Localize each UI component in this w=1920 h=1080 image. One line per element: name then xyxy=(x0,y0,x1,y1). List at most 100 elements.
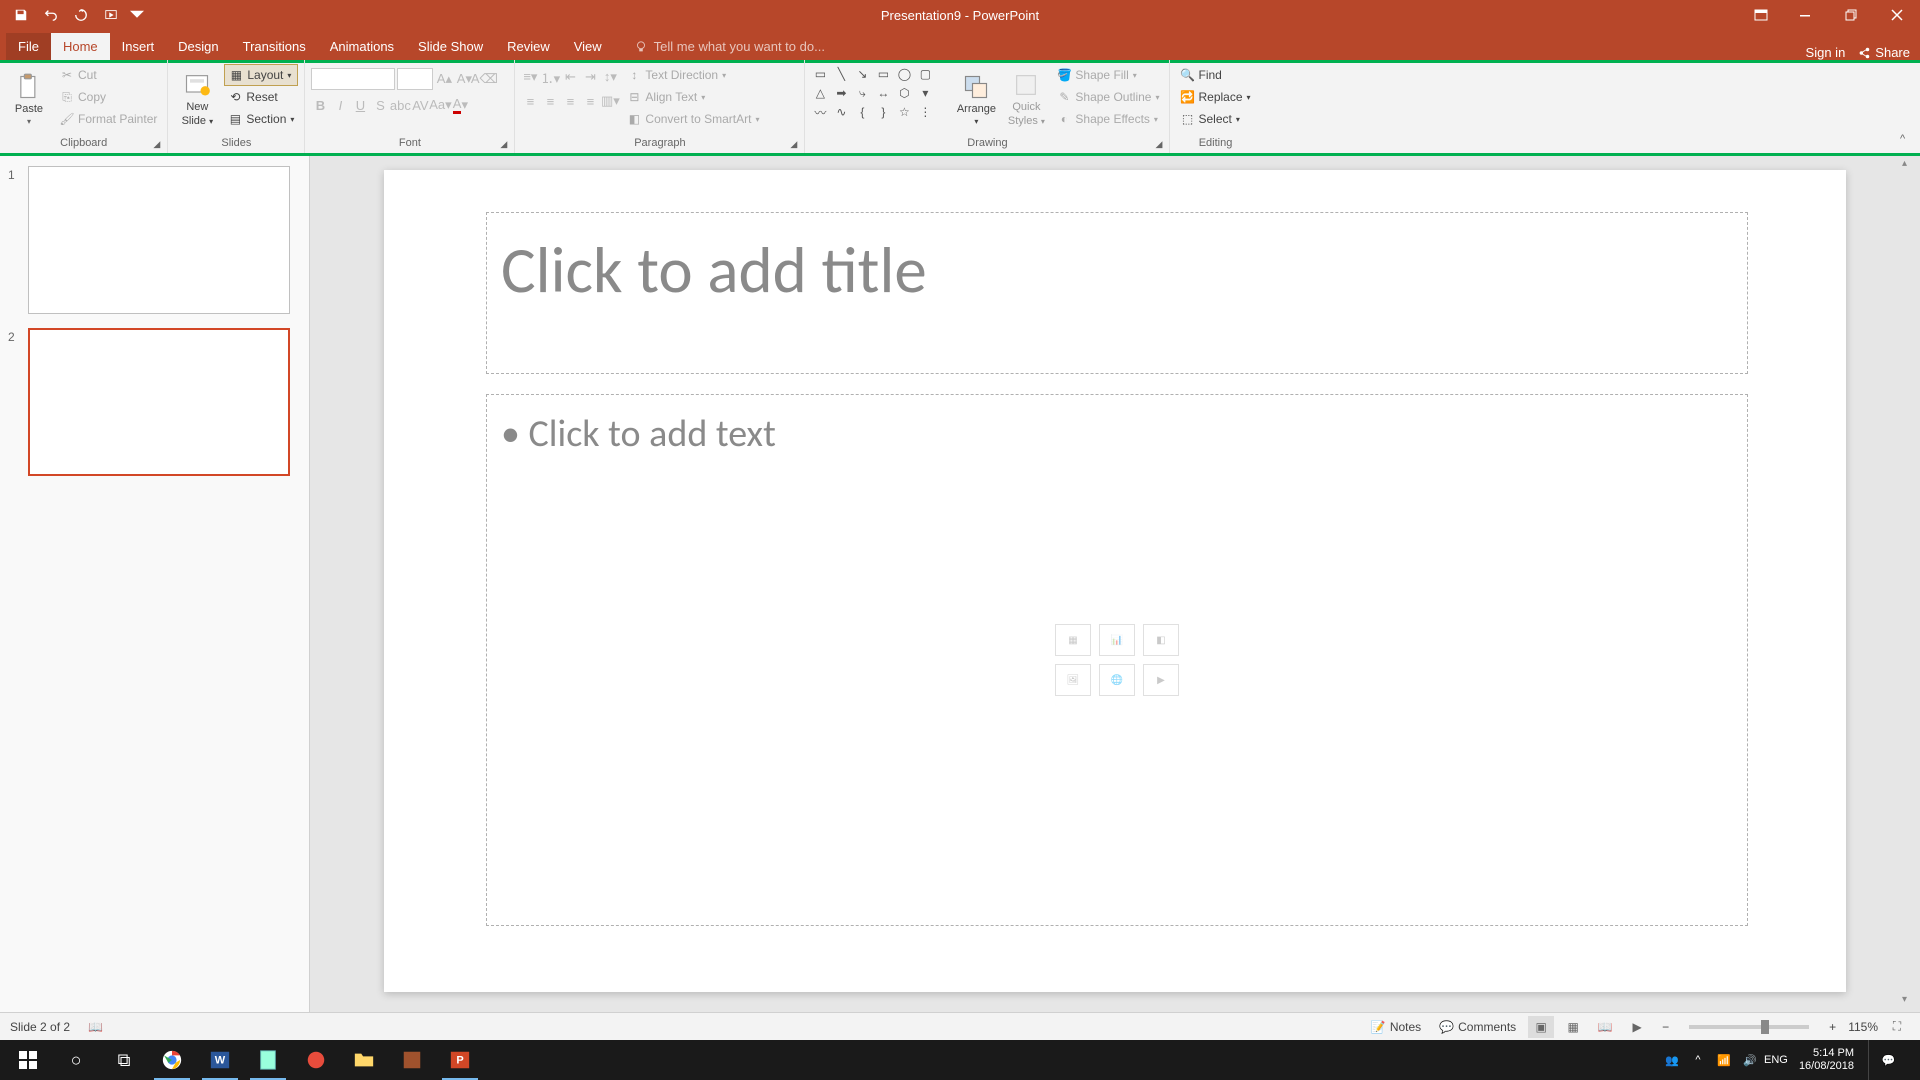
tab-transitions[interactable]: Transitions xyxy=(231,33,318,60)
copy-button[interactable]: ⎘ Copy xyxy=(56,86,161,108)
find-button[interactable]: 🔍 Find xyxy=(1176,64,1254,86)
notes-button[interactable]: 📝 Notes xyxy=(1365,1015,1427,1039)
shape-more-icon[interactable]: ▾ xyxy=(916,85,934,101)
collapse-ribbon-icon[interactable]: ^ xyxy=(1900,133,1916,149)
new-slide-button[interactable]: New Slide ▾ xyxy=(174,64,220,134)
tray-chevron-up-icon[interactable]: ^ xyxy=(1689,1051,1707,1069)
increase-font-icon[interactable]: A▴ xyxy=(435,70,453,88)
spell-check-icon[interactable]: 📖 xyxy=(88,1020,103,1034)
slide-canvas[interactable]: Click to add title Click to add text ▦ 📊… xyxy=(384,170,1846,992)
cut-button[interactable]: ✂ Cut xyxy=(56,64,161,86)
close-button[interactable] xyxy=(1874,0,1920,30)
arrange-button[interactable]: Arrange ▾ xyxy=(953,64,999,134)
ribbon-display-options-icon[interactable] xyxy=(1744,0,1778,30)
zoom-percent[interactable]: 115% xyxy=(1848,1020,1878,1034)
bullets-icon[interactable]: ≡▾ xyxy=(521,68,539,86)
underline-icon[interactable]: U xyxy=(351,96,369,114)
shape-right-arrow-icon[interactable]: ➡ xyxy=(832,85,850,101)
taskbar-notepad[interactable] xyxy=(244,1040,292,1080)
volume-icon[interactable]: 🔊 xyxy=(1741,1051,1759,1069)
title-placeholder[interactable]: Click to add title xyxy=(486,212,1748,374)
align-right-icon[interactable]: ≡ xyxy=(561,92,579,110)
tab-file[interactable]: File xyxy=(6,33,51,60)
zoom-slider[interactable] xyxy=(1689,1025,1809,1029)
insert-table-icon[interactable]: ▦ xyxy=(1055,624,1091,656)
normal-view-icon[interactable]: ▣ xyxy=(1528,1016,1554,1038)
text-direction-button[interactable]: ↕ Text Direction▾ xyxy=(623,64,763,86)
shape-triangle-icon[interactable]: △ xyxy=(811,85,829,101)
tell-me-search[interactable]: Tell me what you want to do... xyxy=(624,33,835,60)
scroll-up-icon[interactable]: ▴ xyxy=(1902,158,1918,174)
tab-design[interactable]: Design xyxy=(166,33,230,60)
tab-insert[interactable]: Insert xyxy=(110,33,167,60)
bold-icon[interactable]: B xyxy=(311,96,329,114)
font-size-input[interactable] xyxy=(397,68,433,90)
drawing-dialog-launcher[interactable]: ◢ xyxy=(1155,139,1167,151)
insert-picture-icon[interactable]: 🖼 xyxy=(1055,664,1091,696)
shape-fill-button[interactable]: 🪣 Shape Fill▾ xyxy=(1053,64,1163,86)
slide-thumbnail-1[interactable] xyxy=(28,166,290,314)
select-button[interactable]: ⬚ Select▾ xyxy=(1176,108,1254,130)
slide-counter[interactable]: Slide 2 of 2 xyxy=(10,1020,70,1034)
taskbar-word[interactable]: W xyxy=(196,1040,244,1080)
shape-textbox-icon[interactable]: ▭ xyxy=(811,66,829,82)
zoom-in-button[interactable]: + xyxy=(1823,1015,1842,1039)
task-view-icon[interactable]: ⧉ xyxy=(100,1040,148,1080)
undo-icon[interactable] xyxy=(40,4,62,26)
shape-arrow-icon[interactable]: ↘ xyxy=(853,66,871,82)
shape-rectangle-icon[interactable]: ▭ xyxy=(874,66,892,82)
tab-home[interactable]: Home xyxy=(51,33,110,60)
reset-button[interactable]: ⟲ Reset xyxy=(224,86,298,108)
reading-view-icon[interactable]: 📖 xyxy=(1592,1016,1618,1038)
columns-icon[interactable]: ▥▾ xyxy=(601,92,619,110)
slide-thumbnails-pane[interactable]: 1 2 xyxy=(0,156,310,1012)
align-text-button[interactable]: ⊟ Align Text▾ xyxy=(623,86,763,108)
start-button[interactable] xyxy=(4,1040,52,1080)
decrease-indent-icon[interactable]: ⇤ xyxy=(561,68,579,86)
shape-rightbrace-icon[interactable]: } xyxy=(874,104,892,120)
align-center-icon[interactable]: ≡ xyxy=(541,92,559,110)
taskbar-powerpoint[interactable]: P xyxy=(436,1040,484,1080)
font-color-icon[interactable]: A▾ xyxy=(451,96,469,114)
increase-indent-icon[interactable]: ⇥ xyxy=(581,68,599,86)
align-left-icon[interactable]: ≡ xyxy=(521,92,539,110)
shape-outline-button[interactable]: ✎ Shape Outline▾ xyxy=(1053,86,1163,108)
shape-hexagon-icon[interactable]: ⬡ xyxy=(895,85,913,101)
layout-button[interactable]: ▦ Layout ▾ xyxy=(224,64,298,86)
network-icon[interactable]: 📶 xyxy=(1715,1051,1733,1069)
language-icon[interactable]: ENG xyxy=(1767,1051,1785,1069)
action-center-icon[interactable]: 💬 xyxy=(1868,1040,1908,1080)
tab-review[interactable]: Review xyxy=(495,33,562,60)
taskbar-chrome[interactable] xyxy=(148,1040,196,1080)
slide-editor[interactable]: Click to add title Click to add text ▦ 📊… xyxy=(310,156,1920,1012)
paragraph-dialog-launcher[interactable]: ◢ xyxy=(790,139,802,151)
tab-view[interactable]: View xyxy=(562,33,614,60)
slide-sorter-view-icon[interactable]: ▦ xyxy=(1560,1016,1586,1038)
clear-formatting-icon[interactable]: A⌫ xyxy=(475,70,493,88)
shape-gallery-more-icon[interactable]: ⋮ xyxy=(916,104,934,120)
shape-connector-icon[interactable]: ⤷ xyxy=(853,85,871,101)
clipboard-dialog-launcher[interactable]: ◢ xyxy=(153,139,165,151)
people-icon[interactable]: 👥 xyxy=(1663,1051,1681,1069)
convert-smartart-button[interactable]: ◧ Convert to SmartArt▾ xyxy=(623,108,763,130)
restore-button[interactable] xyxy=(1828,0,1874,30)
quick-styles-button[interactable]: Quick Styles ▾ xyxy=(1003,64,1049,134)
taskbar-app-6[interactable] xyxy=(388,1040,436,1080)
change-case-icon[interactable]: Aa▾ xyxy=(431,96,449,114)
save-icon[interactable] xyxy=(10,4,32,26)
shape-freeform-icon[interactable]: ∿ xyxy=(832,104,850,120)
start-from-beginning-icon[interactable] xyxy=(100,4,122,26)
format-painter-button[interactable]: 🖌 Format Painter xyxy=(56,108,161,130)
italic-icon[interactable]: I xyxy=(331,96,349,114)
redo-icon[interactable] xyxy=(70,4,92,26)
strikethrough-icon[interactable]: S xyxy=(371,96,389,114)
text-shadow-icon[interactable]: abc xyxy=(391,96,409,114)
tab-slideshow[interactable]: Slide Show xyxy=(406,33,495,60)
tab-animations[interactable]: Animations xyxy=(318,33,406,60)
scroll-down-icon[interactable]: ▾ xyxy=(1902,994,1918,1010)
shape-star-icon[interactable]: ☆ xyxy=(895,104,913,120)
shape-oval-icon[interactable]: ◯ xyxy=(895,66,913,82)
font-name-input[interactable] xyxy=(311,68,395,90)
comments-button[interactable]: 💬 Comments xyxy=(1433,1015,1522,1039)
justify-icon[interactable]: ≡ xyxy=(581,92,599,110)
